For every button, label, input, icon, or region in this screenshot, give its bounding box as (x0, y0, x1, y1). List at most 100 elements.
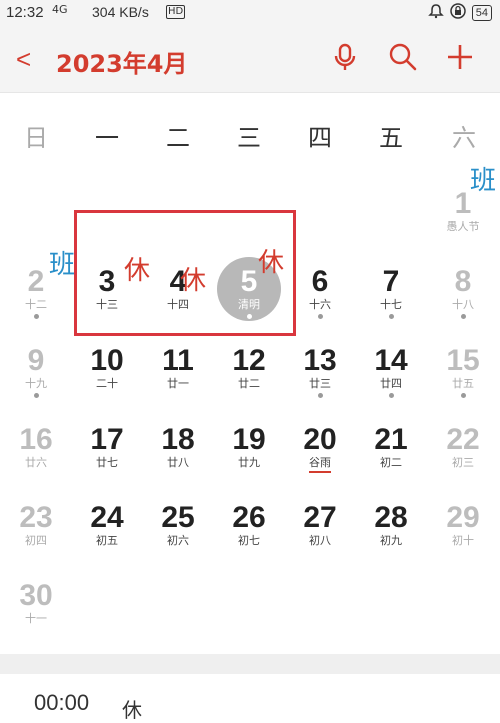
network-speed: 304 KB/s (92, 4, 149, 20)
event-dot (460, 393, 466, 398)
day-cell[interactable]: 18 廿八 (145, 424, 211, 498)
rest-day-tag: 休 (180, 266, 207, 296)
day-cell[interactable]: 15 廿五 (430, 345, 496, 419)
day-number: 22 (446, 423, 480, 456)
day-number: 12 (232, 344, 266, 377)
day-lunar: 初六 (167, 534, 189, 547)
day-lunar: 初五 (96, 534, 118, 547)
day-lunar: 十一 (25, 612, 47, 625)
day-cell[interactable]: 7 十七 (358, 266, 424, 340)
day-cell[interactable]: 28 初九 (358, 502, 424, 576)
day-lunar: 愚人节 (446, 220, 480, 233)
solar-term-underline (309, 471, 331, 473)
day-cell[interactable]: 9 十九 (3, 345, 69, 419)
day-cell[interactable]: 11 廿一 (145, 345, 211, 419)
microphone-icon[interactable] (328, 40, 362, 74)
day-number: 30 (19, 579, 53, 612)
day-lunar: 初八 (309, 534, 331, 547)
status-time: 12:32 (6, 4, 44, 21)
day-number: 13 (303, 344, 337, 377)
day-cell[interactable]: 8 十八 (430, 266, 496, 340)
day-cell[interactable]: 22 初三 (430, 424, 496, 498)
event-dot (388, 314, 394, 319)
event-dot (317, 314, 323, 319)
weekday-tue: 二 (166, 124, 190, 152)
page-title[interactable]: 2023年4月 (56, 44, 188, 79)
back-button[interactable]: < (16, 44, 31, 75)
day-cell[interactable]: 24 初五 (74, 502, 140, 576)
day-lunar: 初十 (452, 534, 474, 547)
day-cell[interactable]: 17 廿七 (74, 424, 140, 498)
search-icon[interactable] (386, 40, 420, 74)
day-number: 21 (374, 423, 408, 456)
event-title[interactable]: 休 (122, 694, 142, 723)
day-lunar: 初四 (25, 534, 47, 547)
rest-day-tag: 休 (258, 248, 285, 278)
rest-day-tag: 休 (124, 256, 151, 286)
day-cell[interactable]: 21 初二 (358, 424, 424, 498)
day-lunar: 初七 (238, 534, 260, 547)
day-number: 6 (311, 265, 329, 298)
day-number: 20 (303, 423, 337, 456)
event-dot (460, 314, 466, 319)
day-cell[interactable]: 16 廿六 (3, 424, 69, 498)
lock-icon (450, 3, 466, 23)
day-lunar: 谷雨 (309, 456, 331, 469)
event-dot (33, 314, 39, 319)
day-cell[interactable]: 27 初八 (287, 502, 353, 576)
weekday-header: 日 一 二 三 四 五 六 (0, 118, 500, 158)
day-number: 27 (303, 501, 337, 534)
work-day-tag: 班 (470, 166, 497, 196)
day-cell[interactable]: 10 二十 (74, 345, 140, 419)
day-number: 16 (19, 423, 53, 456)
work-day-tag: 班 (49, 250, 76, 280)
day-number: 10 (90, 344, 124, 377)
plus-icon[interactable] (443, 40, 477, 74)
day-cell[interactable]: 19 廿九 (216, 424, 282, 498)
day-lunar: 廿六 (25, 456, 47, 469)
day-lunar: 十七 (380, 298, 402, 311)
day-cell[interactable]: 23 初四 (3, 502, 69, 576)
day-lunar: 廿九 (238, 456, 260, 469)
hd-badge: HD (166, 5, 186, 19)
day-cell[interactable]: 20 谷雨 (287, 424, 353, 498)
day-cell[interactable]: 12 廿二 (216, 345, 282, 419)
day-lunar: 十二 (25, 298, 47, 311)
day-lunar: 初九 (380, 534, 402, 547)
day-lunar: 二十 (96, 377, 118, 390)
day-lunar: 廿八 (167, 456, 189, 469)
event-dot (317, 393, 323, 398)
battery-indicator: 54 (471, 5, 492, 21)
day-number: 25 (161, 501, 195, 534)
day-cell[interactable]: 13 廿三 (287, 345, 353, 419)
weekday-sun: 日 (24, 124, 48, 152)
day-number: 18 (161, 423, 195, 456)
status-right: 54 (427, 3, 492, 23)
day-lunar: 廿一 (167, 377, 189, 390)
day-lunar: 初三 (452, 456, 474, 469)
weekday-thu: 四 (308, 124, 332, 152)
day-cell[interactable]: 1 愚人节 (430, 188, 496, 262)
day-number: 28 (374, 501, 408, 534)
day-cell[interactable]: 26 初七 (216, 502, 282, 576)
day-number: 23 (19, 501, 53, 534)
day-lunar: 廿二 (238, 377, 260, 390)
calendar-header: < 2023年4月 (0, 26, 500, 93)
day-cell[interactable]: 14 廿四 (358, 345, 424, 419)
day-lunar: 初二 (380, 456, 402, 469)
day-cell[interactable]: 6 十六 (287, 266, 353, 340)
day-number: 15 (446, 344, 480, 377)
event-time[interactable]: 00:00 (34, 690, 89, 716)
bell-icon (427, 3, 444, 23)
day-number: 17 (90, 423, 124, 456)
day-cell[interactable]: 30 十一 (3, 580, 69, 654)
day-lunar: 十九 (25, 377, 47, 390)
weekday-mon: 一 (95, 124, 119, 152)
day-lunar: 廿四 (380, 377, 402, 390)
event-dot (33, 393, 39, 398)
day-number: 19 (232, 423, 266, 456)
day-cell[interactable]: 29 初十 (430, 502, 496, 576)
day-lunar: 廿七 (96, 456, 118, 469)
day-cell[interactable]: 25 初六 (145, 502, 211, 576)
divider-band (0, 654, 500, 674)
